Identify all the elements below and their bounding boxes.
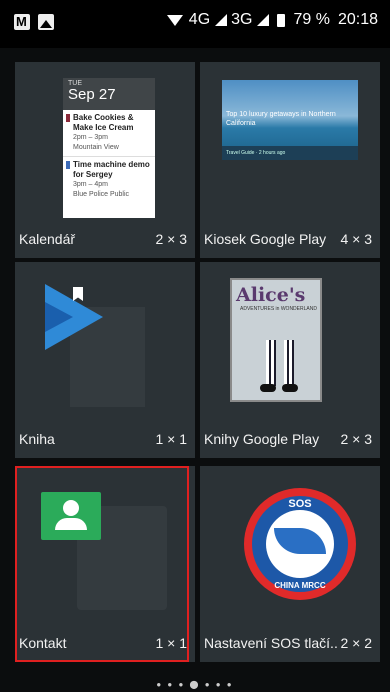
image-notification-icon [38, 14, 54, 30]
widget-play-books[interactable]: Alice's ADVENTURES in WONDERLAND Knihy G… [200, 262, 380, 458]
battery-icon [277, 13, 286, 27]
battery-percent: 79 % [293, 11, 330, 28]
widget-calendar[interactable]: TUE Sep 27 Bake Cookies & Make Ice Cream… [15, 62, 195, 258]
widget-size: 1 × 1 [155, 635, 187, 651]
widget-name: Knihy Google Play [204, 431, 320, 447]
mail-notification-icon [14, 14, 30, 30]
network-type-1: 4G [188, 11, 211, 28]
calendar-event: Time machine demo for Sergey 3pm – 4pm B… [63, 157, 155, 203]
contact-icon [41, 492, 101, 540]
network-type-2: 3G [231, 11, 253, 28]
signal-icon [215, 14, 228, 26]
widget-sos[interactable]: SOS CHINA MRCC Nastavení SOS tlačí.. 2 ×… [200, 466, 380, 662]
kiosk-headline: Top 10 luxury getaways in Northern Calif… [226, 111, 336, 127]
widget-size: 2 × 2 [340, 635, 372, 651]
widget-name: Kontakt [19, 635, 67, 651]
clock: 20:18 [337, 11, 378, 28]
widget-grid: TUE Sep 27 Bake Cookies & Make Ice Cream… [15, 62, 380, 662]
sos-logo-top: SOS [288, 498, 312, 510]
widget-size: 4 × 3 [340, 231, 372, 247]
widget-name: Nastavení SOS tlačí.. [204, 635, 338, 651]
widget-book[interactable]: Kniha 1 × 1 [15, 262, 195, 458]
page-indicator: ● ● ● ⬤ ● ● ● [156, 680, 234, 689]
widget-kiosk[interactable]: Top 10 luxury getaways in Northern Calif… [200, 62, 380, 258]
book-subtitle: ADVENTURES in WONDERLAND [240, 306, 317, 312]
calendar-preview: TUE Sep 27 Bake Cookies & Make Ice Cream… [63, 78, 155, 218]
sos-logo-icon: SOS CHINA MRCC [244, 488, 356, 600]
sos-logo-bottom: CHINA MRCC [274, 581, 326, 590]
widget-name: Kalendář [19, 231, 76, 247]
calendar-date: Sep 27 [68, 86, 116, 103]
calendar-event: Bake Cookies & Make Ice Cream 2pm – 3pm … [63, 110, 155, 156]
status-bar: 4G 3G 79 % 20:18 [0, 0, 390, 48]
book-title: Alice's [236, 284, 306, 306]
kiosk-source: Travel Guide · 2 hours ago [222, 146, 358, 160]
widget-contact[interactable]: Kontakt 1 × 1 [15, 466, 195, 662]
widget-size: 1 × 1 [155, 431, 187, 447]
signal-icon-2 [257, 14, 270, 26]
book-cover-preview: Alice's ADVENTURES in WONDERLAND [230, 278, 322, 402]
widget-name: Kiosek Google Play [204, 231, 327, 247]
widget-size: 2 × 3 [155, 231, 187, 247]
kiosk-preview: Top 10 luxury getaways in Northern Calif… [222, 80, 358, 160]
illustration [260, 340, 302, 398]
widget-size: 2 × 3 [340, 431, 372, 447]
wifi-icon [166, 14, 183, 26]
widget-name: Kniha [19, 431, 55, 447]
